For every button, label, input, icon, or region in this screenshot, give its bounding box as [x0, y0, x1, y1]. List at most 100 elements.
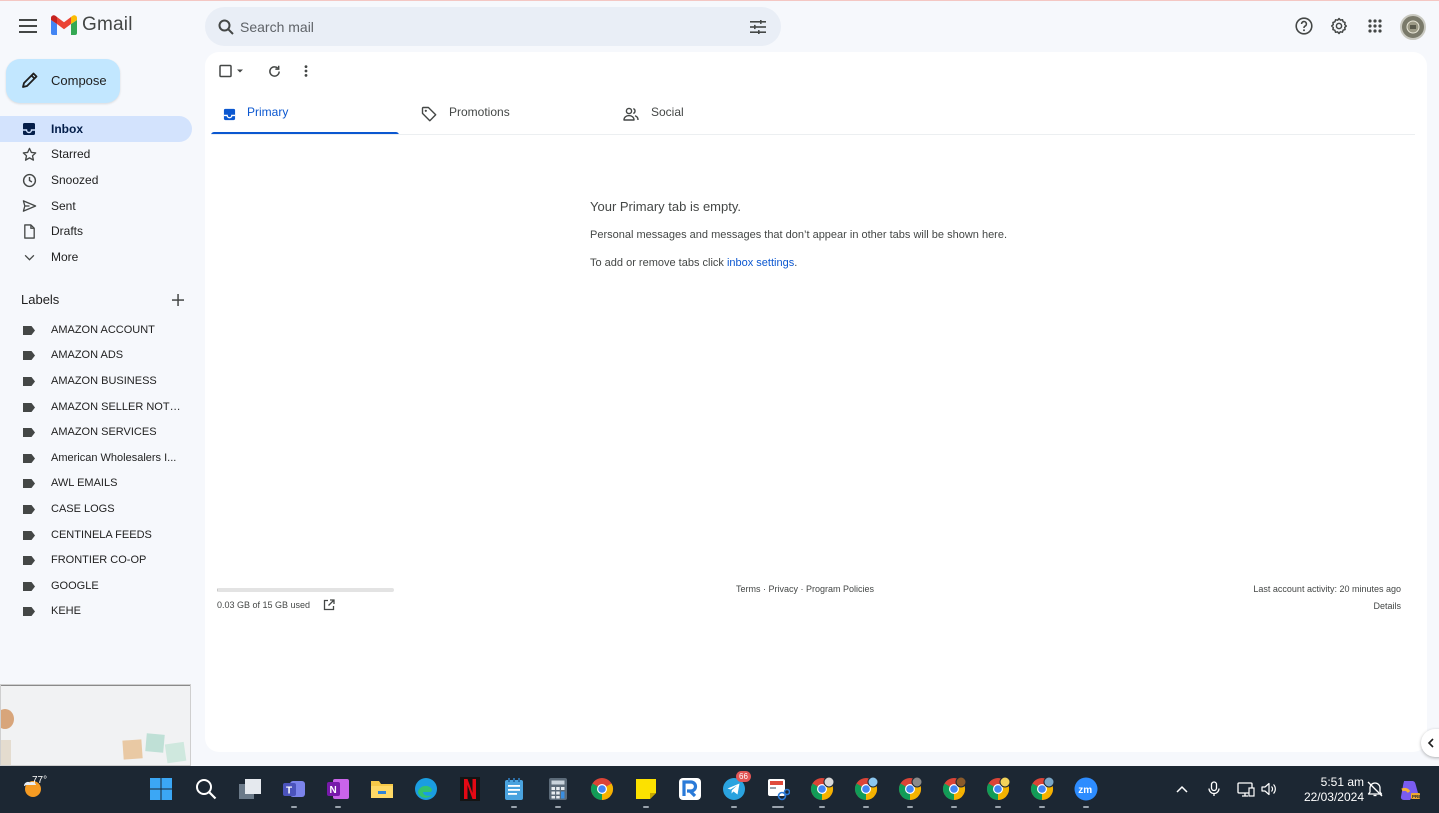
label-item[interactable]: AMAZON SERVICES — [0, 420, 192, 445]
video-preview-thumbnail[interactable] — [0, 684, 191, 766]
nav-item-sent[interactable]: Sent — [0, 193, 192, 219]
show-hidden-icons-button[interactable] — [1173, 780, 1191, 798]
settings-button[interactable] — [1327, 14, 1351, 38]
label-name: CENTINELA FEEDS — [51, 529, 152, 541]
running-indicator — [511, 806, 517, 808]
nav-item-starred[interactable]: Starred — [0, 141, 192, 167]
manage-storage-button[interactable] — [323, 598, 336, 611]
copilot-button[interactable]: PRE — [1397, 778, 1421, 802]
chrome-profile-window[interactable] — [897, 776, 923, 808]
telegram-app[interactable]: 66 — [721, 771, 751, 808]
compose-label: Compose — [51, 73, 107, 88]
tab-promotions[interactable]: Promotions — [411, 95, 599, 135]
running-indicator — [907, 806, 913, 808]
edge-app[interactable] — [413, 776, 439, 802]
program-policies-link[interactable]: Program Policies — [806, 584, 874, 594]
chrome-app[interactable] — [589, 776, 615, 802]
search-button[interactable] — [215, 16, 237, 38]
running-indicator — [291, 806, 297, 808]
show-side-panel-button[interactable] — [1421, 729, 1439, 757]
rustdesk-app[interactable] — [677, 776, 703, 802]
chrome-profile-window[interactable] — [1029, 776, 1055, 808]
compose-button[interactable]: Compose — [6, 59, 120, 103]
label-item[interactable]: AWL EMAILS — [0, 471, 192, 496]
more-options-button[interactable] — [297, 62, 315, 80]
speaker-icon — [1261, 782, 1276, 796]
chrome-profile-window[interactable] — [985, 776, 1011, 808]
label-name: KEHE — [51, 605, 81, 617]
label-item[interactable]: American Wholesalers I... — [0, 446, 192, 471]
support-button[interactable] — [1292, 14, 1316, 38]
label-item[interactable]: CASE LOGS — [0, 497, 192, 522]
microphone-button[interactable] — [1205, 780, 1223, 798]
footer-separator: · — [798, 584, 807, 594]
teams-app[interactable]: T — [281, 776, 307, 808]
send-icon — [21, 198, 37, 214]
running-indicator — [863, 806, 869, 808]
refresh-button[interactable] — [265, 62, 283, 80]
label-icon — [23, 479, 35, 488]
network-icon — [1237, 782, 1255, 797]
tab-primary[interactable]: Primary — [211, 95, 399, 135]
search-icon — [218, 19, 234, 35]
nav-item-more[interactable]: More — [0, 244, 192, 270]
clock-time: 5:51 am — [1320, 775, 1364, 789]
snipping-tool-app[interactable] — [765, 776, 791, 808]
onenote-app[interactable]: N — [325, 776, 351, 808]
nav-label: Drafts — [51, 224, 84, 238]
nav-item-drafts[interactable]: Drafts — [0, 218, 192, 244]
tab-social[interactable]: Social — [613, 95, 801, 135]
settings-hint-prefix: To add or remove tabs click — [590, 257, 727, 269]
tab-label: Social — [651, 105, 684, 119]
file-explorer-icon — [371, 781, 393, 798]
chevron-up-icon — [1176, 785, 1188, 793]
label-item[interactable]: CENTINELA FEEDS — [0, 523, 192, 548]
label-name: American Wholesalers I... — [51, 452, 177, 464]
volume-button[interactable] — [1260, 780, 1278, 798]
chrome-profile-window[interactable] — [941, 776, 967, 808]
nav-label: Snoozed — [51, 173, 99, 187]
activity-details-link[interactable]: Details — [1253, 601, 1401, 611]
label-item[interactable]: AMAZON SELLER NOTIF... — [0, 395, 192, 420]
search-options-button[interactable] — [747, 16, 769, 38]
taskbar-clock[interactable]: 5:51 am 22/03/2024 — [1290, 775, 1364, 805]
search-input[interactable] — [240, 7, 740, 46]
label-item[interactable]: KEHE — [0, 599, 192, 624]
label-item[interactable]: AMAZON ACCOUNT — [0, 318, 192, 343]
account-avatar[interactable] — [1400, 14, 1426, 40]
label-icon — [23, 326, 35, 335]
netflix-app[interactable] — [457, 776, 483, 802]
chevron-left-icon — [1427, 738, 1434, 748]
nav-item-snoozed[interactable]: Snoozed — [0, 167, 192, 193]
privacy-link[interactable]: Privacy — [769, 584, 799, 594]
label-item[interactable]: FRONTIER CO-OP — [0, 548, 192, 573]
people-icon — [622, 105, 640, 123]
main-menu-button[interactable] — [14, 12, 42, 40]
inbox-settings-link[interactable]: inbox settings — [727, 257, 794, 269]
sticky-notes-app[interactable] — [633, 776, 659, 808]
label-item[interactable]: GOOGLE — [0, 574, 192, 599]
open-in-new-icon — [323, 599, 335, 611]
select-all-button[interactable] — [218, 62, 248, 80]
notifications-button[interactable] — [1366, 780, 1384, 798]
terms-link[interactable]: Terms — [736, 584, 761, 594]
weather-temperature: 77° — [32, 775, 48, 786]
calculator-app[interactable] — [545, 776, 571, 808]
running-indicator — [555, 806, 561, 808]
chrome-profile-window[interactable] — [809, 776, 835, 808]
task-view-button[interactable] — [237, 776, 263, 802]
chrome-profile-window[interactable] — [853, 776, 879, 808]
gmail-logo[interactable]: Gmail — [51, 14, 133, 36]
inbox-icon — [220, 105, 238, 123]
google-apps-button[interactable] — [1363, 14, 1387, 38]
label-item[interactable]: AMAZON ADS — [0, 343, 192, 368]
network-button[interactable] — [1237, 780, 1255, 798]
taskbar-search-button[interactable] — [193, 776, 219, 802]
create-label-button[interactable] — [169, 291, 187, 309]
start-button[interactable] — [148, 776, 174, 802]
notepad-app[interactable] — [501, 776, 527, 808]
file-explorer-app[interactable] — [369, 776, 395, 802]
zoom-app[interactable]: zm — [1073, 776, 1099, 808]
nav-item-inbox[interactable]: Inbox — [0, 116, 192, 142]
label-item[interactable]: AMAZON BUSINESS — [0, 369, 192, 394]
